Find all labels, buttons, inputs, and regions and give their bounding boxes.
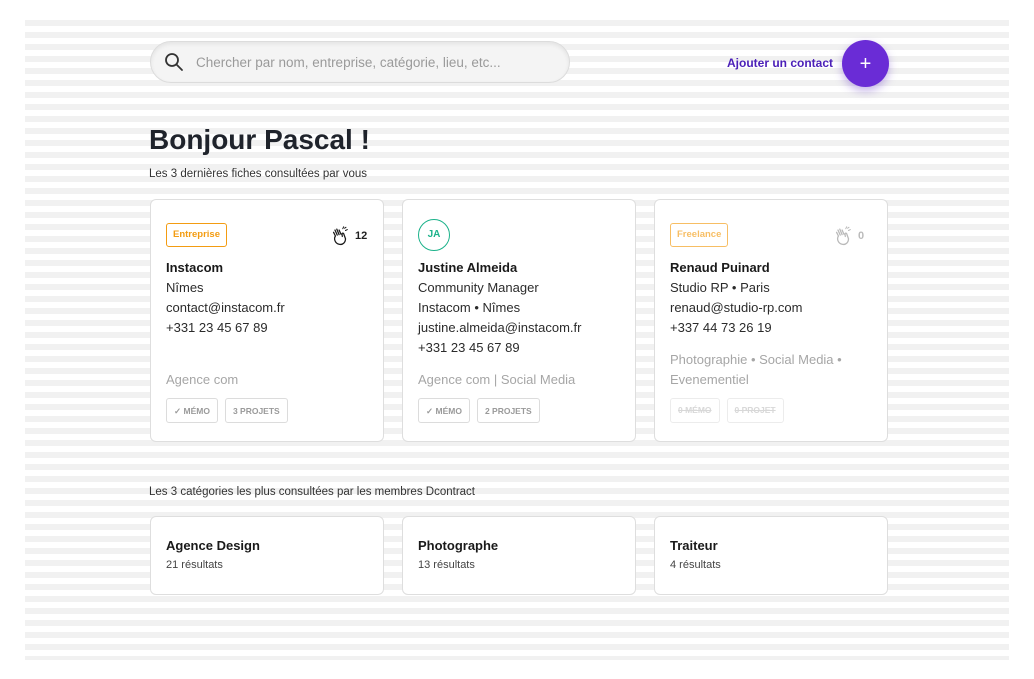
contact-card-justine-almeida[interactable]: JA Justine Almeida Community Manager Ins… bbox=[402, 199, 636, 442]
contact-details: Renaud Puinard Studio RP • Paris renaud@… bbox=[670, 258, 802, 338]
category-card-photographe[interactable]: Photographe 13 résultats bbox=[402, 516, 636, 595]
claps-count: 12 bbox=[355, 230, 368, 242]
recent-cards-subtitle: Les 3 dernières fiches consultées par vo… bbox=[149, 168, 367, 180]
card-actions: 0 MÉMO 0 PROJET bbox=[670, 398, 784, 423]
category-title: Photographe bbox=[418, 538, 499, 553]
categories-subtitle: Les 3 catégories les plus consultées par… bbox=[149, 486, 475, 498]
projects-chip[interactable]: 3 PROJETS bbox=[224, 398, 288, 423]
contact-name: Instacom bbox=[166, 260, 224, 275]
add-contact-button[interactable]: + bbox=[842, 40, 889, 87]
memo-chip: 0 MÉMO bbox=[670, 398, 720, 423]
contact-email: renaud@studio-rp.com bbox=[670, 300, 803, 315]
projects-chip[interactable]: 2 PROJETS bbox=[476, 398, 540, 423]
contact-phone: +337 44 73 26 19 bbox=[670, 320, 772, 335]
claps-count: 0 bbox=[858, 230, 865, 242]
clap-icon bbox=[835, 226, 851, 246]
search-bar[interactable] bbox=[150, 41, 570, 83]
contact-tags-line: Evenementiel bbox=[670, 372, 749, 387]
contact-company: Studio RP • Paris bbox=[670, 280, 770, 295]
contact-card-instacom[interactable]: Entreprise 12 Instacom Nîmes contact@ins… bbox=[150, 199, 384, 442]
contact-name: Renaud Puinard bbox=[670, 260, 770, 275]
contact-tags: Photographie • Social Media • Evenementi… bbox=[670, 350, 842, 390]
contact-details: Justine Almeida Community Manager Instac… bbox=[418, 258, 581, 358]
contact-email: contact@instacom.fr bbox=[166, 300, 285, 315]
type-badge: Entreprise bbox=[166, 223, 227, 247]
category-count: 4 résultats bbox=[670, 559, 721, 571]
search-input[interactable] bbox=[194, 53, 569, 71]
contact-role: Community Manager bbox=[418, 280, 539, 295]
contact-card-renaud-puinard[interactable]: Freelance 0 Renaud Puinard Studio RP • P… bbox=[654, 199, 888, 442]
type-badge: Freelance bbox=[670, 223, 729, 247]
add-contact-link[interactable]: Ajouter un contact bbox=[727, 56, 833, 70]
search-icon bbox=[164, 52, 184, 72]
category-title: Agence Design bbox=[166, 538, 260, 553]
category-count: 21 résultats bbox=[166, 559, 223, 571]
card-actions: ✓ MÉMO 2 PROJETS bbox=[418, 398, 540, 423]
avatar: JA bbox=[418, 219, 450, 251]
claps-counter[interactable]: 0 bbox=[832, 225, 864, 247]
card-actions: ✓ MÉMO 3 PROJETS bbox=[166, 398, 288, 423]
category-count: 13 résultats bbox=[418, 559, 475, 571]
contact-phone: +331 23 45 67 89 bbox=[418, 340, 520, 355]
category-card-agence-design[interactable]: Agence Design 21 résultats bbox=[150, 516, 384, 595]
contact-phone: +331 23 45 67 89 bbox=[166, 320, 268, 335]
contact-tags: Agence com | Social Media bbox=[418, 372, 576, 387]
clap-icon bbox=[332, 226, 348, 246]
contact-name: Justine Almeida bbox=[418, 260, 518, 275]
claps-counter[interactable]: 12 bbox=[329, 225, 367, 247]
contact-details: Instacom Nîmes contact@instacom.fr +331 … bbox=[166, 258, 285, 338]
category-title: Traiteur bbox=[670, 538, 718, 553]
memo-chip[interactable]: ✓ MÉMO bbox=[166, 398, 218, 423]
category-card-traiteur[interactable]: Traiteur 4 résultats bbox=[654, 516, 888, 595]
contact-company: Instacom • Nîmes bbox=[418, 300, 521, 315]
contact-tags: Agence com bbox=[166, 372, 239, 387]
contact-city: Nîmes bbox=[166, 280, 204, 295]
page-title: Bonjour Pascal ! bbox=[149, 124, 370, 155]
memo-chip[interactable]: ✓ MÉMO bbox=[418, 398, 470, 423]
projects-chip: 0 PROJET bbox=[726, 398, 784, 423]
contact-tags-line: Photographie • Social Media • bbox=[670, 352, 842, 367]
contact-email: justine.almeida@instacom.fr bbox=[418, 320, 582, 335]
